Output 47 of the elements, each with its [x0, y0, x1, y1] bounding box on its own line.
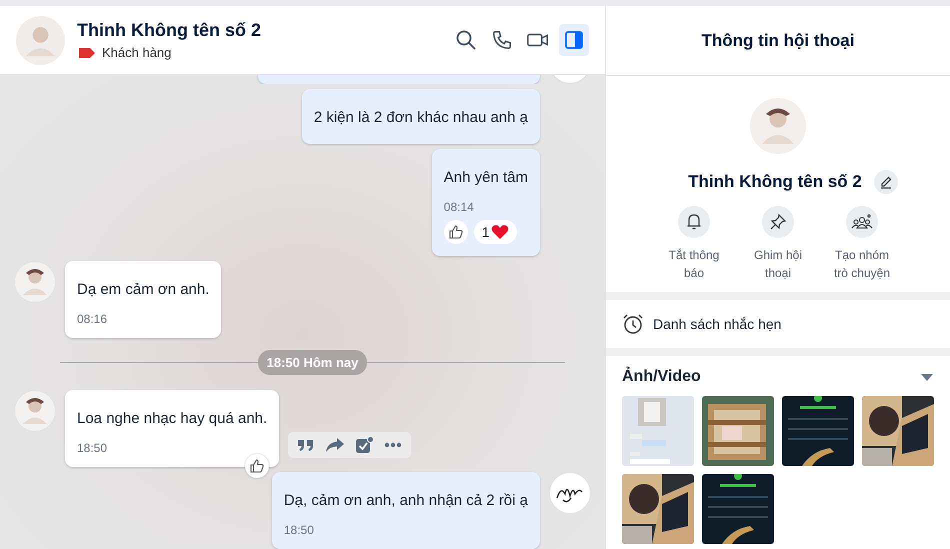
phone-icon — [491, 29, 513, 51]
message-text: Dạ, cảm ơn anh, anh nhận cả 2 rồi ạ — [284, 491, 528, 511]
reminder-list-item[interactable]: Danh sách nhắc hẹn — [606, 300, 950, 348]
action-label: Ghim hội thoại — [752, 247, 804, 282]
bell-icon — [686, 213, 702, 231]
caret-icon[interactable] — [920, 372, 934, 382]
message-time: 18:50 — [284, 523, 315, 537]
date-separator: 18:50 Hôm nay — [258, 350, 368, 375]
pin-icon — [769, 213, 787, 231]
message-time: 08:14 — [444, 200, 475, 214]
thumbs-up-icon — [249, 458, 266, 474]
avatar[interactable] — [14, 261, 56, 303]
message-time: 18:50 — [77, 441, 108, 455]
tag-label: Khách hàng — [102, 45, 172, 60]
avatar[interactable] — [549, 472, 591, 514]
message-text: Loa nghe nhạc hay quá anh. — [77, 409, 268, 429]
more-icon[interactable] — [384, 442, 402, 448]
message-text: Dạ em cảm ơn anh. — [77, 280, 210, 300]
reaction-count[interactable]: 1 — [474, 220, 517, 244]
contact-name: Thinh Không tên số 2 — [77, 20, 262, 41]
add-group-icon — [851, 213, 873, 231]
message-text: 2 kiện là 2 đơn khác nhau anh ạ — [314, 108, 528, 128]
avatar — [750, 98, 806, 154]
action-label: Tạo nhóm trò chuyện — [832, 247, 892, 282]
like-button[interactable] — [245, 454, 270, 478]
quote-icon[interactable] — [297, 437, 316, 453]
panel-button[interactable] — [559, 24, 589, 56]
group-button[interactable] — [846, 206, 878, 238]
pin-button[interactable] — [762, 206, 794, 238]
message-text: Anh yên tâm — [444, 168, 528, 188]
thumbs-up-icon — [448, 224, 464, 240]
search-icon — [455, 29, 477, 51]
section-title: Ảnh/Video — [622, 368, 701, 386]
sidebar-icon — [563, 29, 585, 51]
heart-icon — [490, 224, 509, 240]
alarm-clock-icon — [622, 313, 644, 335]
pencil-icon — [878, 175, 893, 189]
message-time: 08:16 — [77, 312, 108, 326]
like-button[interactable] — [444, 220, 468, 244]
bell-button[interactable] — [678, 206, 710, 238]
action-label: Tắt thông báo — [668, 247, 720, 282]
checkbox-icon[interactable] — [355, 436, 374, 454]
contact-name: Thinh Không tên số 2 — [688, 172, 862, 192]
panel-title: Thông tin hội thoại — [702, 30, 854, 50]
share-icon[interactable] — [325, 437, 346, 453]
avatar[interactable] — [14, 390, 56, 432]
edit-button[interactable] — [874, 170, 898, 194]
